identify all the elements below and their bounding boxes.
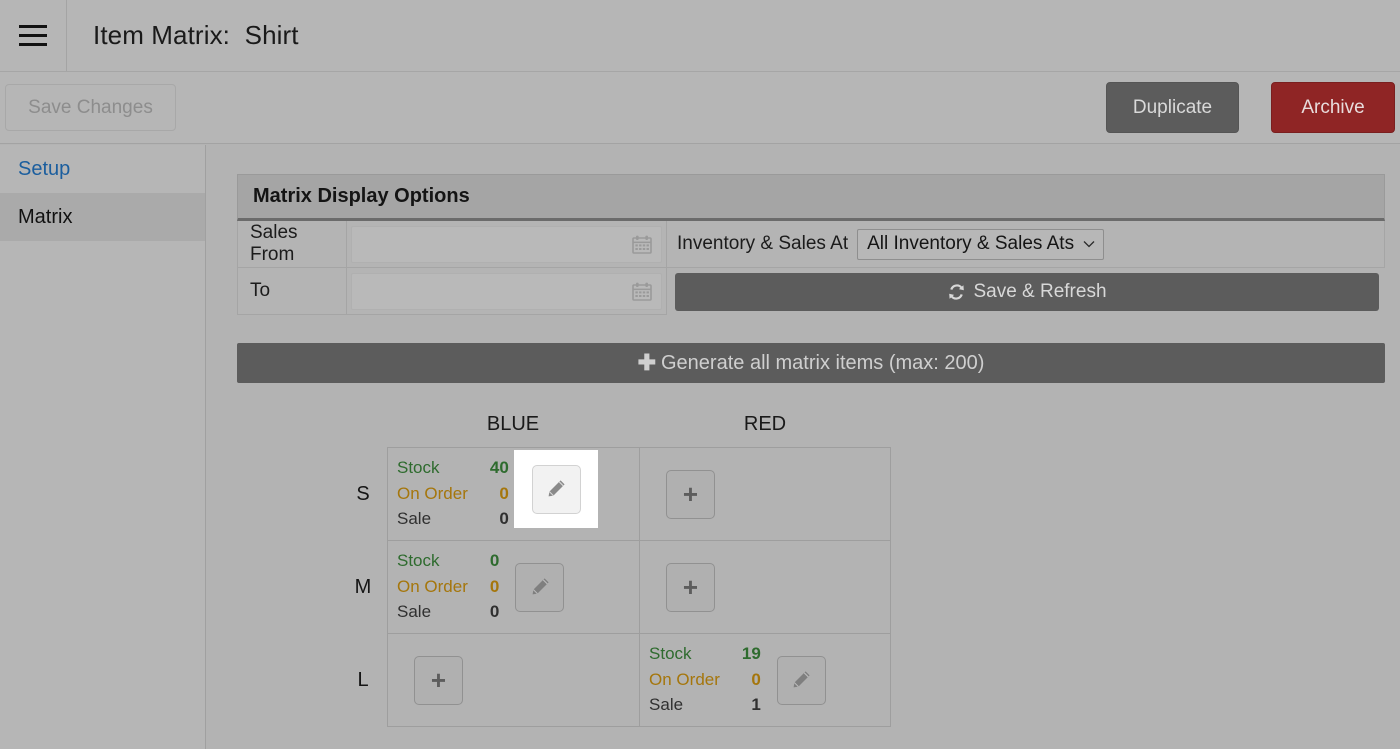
plus-icon: ✚ (638, 352, 656, 374)
sidebar: Setup Matrix (0, 145, 206, 749)
sale-label: Sale (649, 694, 720, 717)
on-order-value: 0 (742, 669, 761, 692)
matrix-cell-s-red[interactable]: + (639, 448, 890, 540)
cell-stats: Stock 40 On Order 0 Sale 0 (397, 457, 509, 532)
sidebar-item-setup[interactable]: Setup (0, 145, 205, 193)
refresh-icon (947, 283, 966, 301)
stock-value: 19 (742, 643, 761, 666)
matrix-cell-s-blue[interactable]: Stock 40 On Order 0 Sale 0 (388, 448, 639, 540)
calendar-icon (632, 235, 652, 254)
matrix-cell-m-red[interactable]: + (639, 541, 890, 633)
matrix-cell-l-blue[interactable]: + (388, 634, 639, 726)
sales-from-label: Sales From (237, 221, 347, 268)
matrix-display-options-panel: Matrix Display Options Sales From (237, 174, 1385, 321)
pencil-icon (545, 478, 567, 500)
matrix-row: M Stock 0 On Order 0 Sale 0 (388, 541, 890, 634)
edit-matrix-item-button[interactable] (515, 563, 564, 612)
hamburger-icon (19, 25, 47, 46)
archive-button[interactable]: Archive (1271, 82, 1395, 133)
matrix-cell-m-blue[interactable]: Stock 0 On Order 0 Sale 0 (388, 541, 639, 633)
inventory-sales-at-select[interactable]: All Inventory & Sales Ats (857, 229, 1104, 260)
page-title: Item Matrix: Shirt (67, 0, 299, 71)
matrix-row-label: L (346, 634, 380, 726)
plus-icon: + (683, 481, 698, 507)
edit-matrix-item-button[interactable] (532, 465, 581, 514)
sale-value: 0 (490, 601, 499, 624)
add-matrix-item-button[interactable]: + (666, 470, 715, 519)
pencil-icon (529, 576, 551, 598)
matrix-row-label: M (346, 541, 380, 633)
sidebar-item-label: Matrix (18, 206, 72, 229)
duplicate-button[interactable]: Duplicate (1106, 82, 1239, 133)
panel-title: Matrix Display Options (237, 174, 1385, 221)
generate-button-label: Generate all matrix items (max: 200) (661, 352, 984, 375)
main-content: Matrix Display Options Sales From (207, 145, 1400, 749)
to-cell (347, 268, 667, 315)
on-order-value: 0 (490, 483, 509, 506)
inventory-sales-at-label: Inventory & Sales At (677, 233, 848, 255)
sale-label: Sale (397, 601, 468, 624)
save-and-refresh-label: Save & Refresh (973, 281, 1106, 303)
save-and-refresh-button[interactable]: Save & Refresh (675, 273, 1379, 311)
edit-matrix-item-button[interactable] (777, 656, 826, 705)
edit-button-highlight (514, 450, 598, 528)
chevron-down-icon (1083, 240, 1095, 248)
pencil-icon (790, 669, 812, 691)
sale-label: Sale (397, 508, 468, 531)
top-header-bar: Item Matrix: Shirt (0, 0, 1400, 72)
plus-icon: + (683, 574, 698, 600)
sidebar-item-label: Setup (18, 158, 70, 181)
sales-from-cell (347, 221, 667, 268)
sidebar-item-matrix[interactable]: Matrix (0, 193, 205, 241)
matrix-row: S Stock 40 On Order 0 Sale 0 (388, 448, 890, 541)
matrix-column-headers: BLUE RED (207, 413, 891, 447)
add-matrix-item-button[interactable]: + (666, 563, 715, 612)
cell-stats: Stock 0 On Order 0 Sale 0 (397, 550, 499, 625)
matrix-column-header: BLUE (387, 413, 639, 436)
matrix-row-label: S (346, 448, 380, 540)
save-refresh-cell: Save & Refresh (667, 268, 1385, 315)
stock-value: 40 (490, 457, 509, 480)
generate-all-matrix-items-button[interactable]: ✚ Generate all matrix items (max: 200) (237, 343, 1385, 383)
save-changes-button[interactable]: Save Changes (5, 84, 176, 131)
stock-value: 0 (490, 550, 499, 573)
sale-value: 1 (742, 694, 761, 717)
to-row: To (237, 268, 1385, 315)
stock-label: Stock (397, 550, 468, 573)
on-order-value: 0 (490, 576, 499, 599)
to-label: To (237, 268, 347, 315)
menu-toggle-button[interactable] (0, 0, 67, 71)
plus-icon: + (431, 667, 446, 693)
matrix-row: L + Stock 19 On Order 0 Sale (388, 634, 890, 727)
sale-value: 0 (490, 508, 509, 531)
matrix-grid-wrapper: BLUE RED S Stock 40 On Order 0 Sale 0 (207, 413, 891, 727)
on-order-label: On Order (397, 576, 468, 599)
stock-label: Stock (397, 457, 468, 480)
sales-from-input[interactable] (351, 226, 662, 263)
on-order-label: On Order (649, 669, 720, 692)
matrix-grid: S Stock 40 On Order 0 Sale 0 (387, 447, 891, 727)
inventory-sales-at-cell: Inventory & Sales At All Inventory & Sal… (667, 221, 1385, 268)
app-root: Item Matrix: Shirt Save Changes Duplicat… (0, 0, 1400, 749)
sales-from-row: Sales From (237, 221, 1385, 268)
matrix-cell-l-red[interactable]: Stock 19 On Order 0 Sale 1 (639, 634, 890, 726)
matrix-column-header: RED (639, 413, 891, 436)
on-order-label: On Order (397, 483, 468, 506)
panel-body: Sales From (237, 221, 1385, 321)
cell-stats: Stock 19 On Order 0 Sale 1 (649, 643, 761, 718)
to-input[interactable] (351, 273, 662, 310)
calendar-icon (632, 282, 652, 301)
inventory-sales-at-value: All Inventory & Sales Ats (867, 233, 1074, 255)
add-matrix-item-button[interactable]: + (414, 656, 463, 705)
stock-label: Stock (649, 643, 720, 666)
